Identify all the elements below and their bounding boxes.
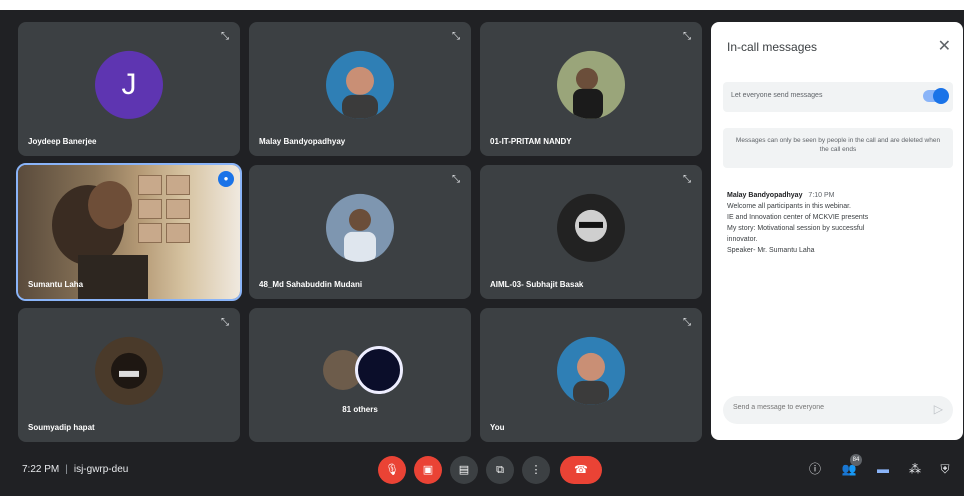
- panel-title: In-call messages: [727, 40, 818, 54]
- present-screen-icon[interactable]: ⧉: [486, 456, 514, 484]
- message-composer: ▷: [723, 396, 953, 424]
- clock-time: 7:22 PM: [22, 464, 60, 475]
- pin-icon[interactable]: ⤡: [449, 30, 463, 44]
- separator: |: [65, 464, 68, 475]
- messages-notice: Messages can only be seen by people in t…: [723, 128, 953, 168]
- top-strip: [0, 0, 964, 10]
- avatar: J: [95, 50, 163, 119]
- captions-icon[interactable]: ▤: [450, 456, 478, 484]
- avatar: [326, 193, 394, 262]
- participant-name: 48_Md Sahabuddin Mudani: [259, 280, 363, 289]
- message-sender: Malay Bandyopadhyay: [727, 192, 803, 199]
- close-icon[interactable]: ✕: [938, 36, 951, 56]
- message-line: Welcome all participants in this webinar…: [727, 203, 851, 210]
- message-line: Speaker- Mr. Sumantu Laha: [727, 247, 815, 254]
- pin-icon[interactable]: ⤡: [218, 30, 232, 44]
- meeting-details-icon[interactable]: ⓘ: [806, 460, 824, 478]
- message-line: innovator.: [727, 236, 758, 243]
- pin-icon[interactable]: ⤡: [449, 173, 463, 187]
- more-options-icon[interactable]: ⋮: [522, 456, 550, 484]
- send-icon[interactable]: ▷: [934, 402, 943, 416]
- participant-tile[interactable]: ⤡ Soumyadip hapat: [18, 308, 240, 442]
- pin-icon[interactable]: ⤡: [680, 316, 694, 330]
- participant-grid: ⤡ J Joydeep Banerjee ⤡ Malay Bandyopadhy…: [16, 22, 702, 442]
- avatar: [95, 336, 163, 405]
- meeting-code: isj-gwrp-deu: [73, 464, 129, 475]
- participant-tile[interactable]: ⤡ AIML-03- Subhajit Basak: [480, 165, 702, 299]
- activities-icon[interactable]: ⁂: [906, 460, 924, 478]
- participant-name: 01-IT-PRITAM NANDY: [490, 137, 572, 146]
- pin-icon[interactable]: ⤡: [218, 316, 232, 330]
- participant-name: Soumyadip hapat: [28, 423, 95, 432]
- avatar: [557, 193, 625, 262]
- participant-name: Sumantu Laha: [28, 280, 84, 289]
- send-messages-setting: Let everyone send messages: [723, 82, 953, 112]
- participant-tile-self[interactable]: ⤡ You: [480, 308, 702, 442]
- speaking-indicator-icon: ●: [218, 171, 234, 187]
- others-tile[interactable]: 81 others: [249, 308, 471, 442]
- participant-name: AIML-03- Subhajit Basak: [490, 280, 584, 289]
- leave-call-icon[interactable]: ☎: [560, 456, 602, 484]
- chat-icon[interactable]: ▬: [874, 460, 892, 478]
- participant-name: You: [490, 423, 505, 432]
- people-icon[interactable]: 👥 84: [840, 454, 862, 478]
- participant-name: Joydeep Banerjee: [28, 137, 97, 146]
- participant-tile[interactable]: ⤡ 01-IT-PRITAM NANDY: [480, 22, 702, 156]
- pin-icon[interactable]: ⤡: [680, 173, 694, 187]
- bottom-control-bar: 7:22 PM | isj-gwrp-deu 🎙 ▣ ▤ ⧉ ⋮ ☎ ⓘ 👥 84 ▬…: [0, 446, 964, 496]
- participant-tile[interactable]: ⤡ 48_Md Sahabuddin Mudani: [249, 165, 471, 299]
- others-count: 81 others: [342, 405, 378, 414]
- pin-icon[interactable]: ⤡: [680, 30, 694, 44]
- camera-off-icon[interactable]: ▣: [414, 456, 442, 484]
- participant-tile-speaking[interactable]: ● Sumantu Laha: [16, 163, 242, 301]
- chat-message: Malay Bandyopadhyay 7:10 PM Welcome all …: [727, 190, 949, 256]
- people-count-badge: 84: [850, 454, 862, 466]
- participant-tile[interactable]: ⤡ Malay Bandyopadhyay: [249, 22, 471, 156]
- video-feed: [18, 165, 240, 299]
- message-line: IE and Innovation center of MCKVIE prese…: [727, 214, 869, 221]
- message-line: My story: Motivational session by succes…: [727, 225, 865, 232]
- meeting-info: 7:22 PM | isj-gwrp-deu: [22, 464, 128, 475]
- send-messages-toggle[interactable]: [923, 88, 949, 104]
- message-time: 7:10 PM: [808, 192, 835, 199]
- toggle-label: Let everyone send messages: [731, 92, 823, 99]
- participant-tile[interactable]: ⤡ J Joydeep Banerjee: [18, 22, 240, 156]
- mic-off-icon[interactable]: 🎙: [378, 456, 406, 484]
- in-call-messages-panel: In-call messages ✕ Let everyone send mes…: [711, 22, 963, 440]
- avatar: [557, 50, 625, 119]
- participant-name: Malay Bandyopadhyay: [259, 137, 346, 146]
- host-controls-icon[interactable]: ⛨: [936, 460, 954, 478]
- avatar: [326, 50, 394, 119]
- avatar: [557, 336, 625, 405]
- message-input[interactable]: [733, 404, 913, 411]
- others-avatars: [315, 346, 405, 398]
